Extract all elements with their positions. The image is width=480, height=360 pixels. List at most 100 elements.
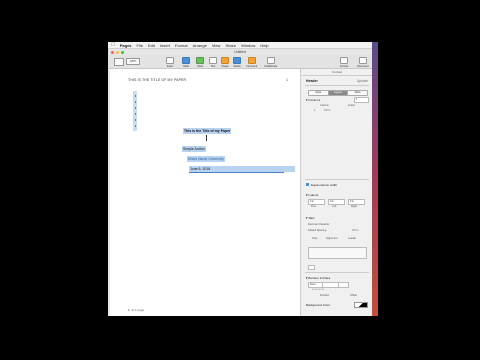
menu-format[interactable]: Format — [175, 43, 188, 48]
update-button[interactable]: Update — [357, 79, 368, 83]
left-indent-field[interactable]: 0 in — [328, 199, 345, 205]
segment-more[interactable]: More — [348, 91, 367, 95]
menu-share[interactable]: Share — [225, 43, 236, 48]
columns-stepper[interactable]: 1 — [354, 97, 369, 103]
tab-stop-header: Stop — [312, 237, 318, 240]
text-cursor — [206, 135, 207, 141]
format-inspector-button[interactable]: Format — [340, 57, 348, 68]
border-position-controls[interactable]: ▭ ▭ ▭ ▭ — [312, 288, 324, 291]
gutter-header: Gutter — [348, 104, 356, 107]
position-label: Position — [320, 294, 330, 297]
menu-help[interactable]: Help — [260, 43, 268, 48]
menu-edit[interactable]: Edit — [148, 43, 155, 48]
left-label: Left — [332, 205, 337, 208]
title-line[interactable]: This is the Title of my Paper — [183, 128, 232, 134]
selection-bar — [189, 172, 284, 173]
format-inspector: Format Header Update Style Layout More ▾… — [302, 69, 372, 316]
default-spacing-value[interactable]: 0.5 in — [352, 229, 358, 232]
institution-line[interactable]: Mises Name University — [187, 156, 225, 162]
window-title: Untitled — [234, 50, 246, 54]
decimal-character-label: Decimal Character — [308, 223, 330, 226]
menu-view[interactable]: View — [212, 43, 221, 48]
border-width-field[interactable] — [322, 282, 339, 288]
right-label: Right — [351, 205, 358, 208]
add-tab-button[interactable] — [308, 265, 315, 270]
decimal-character-value[interactable]: . — [362, 223, 363, 226]
gutter-row-value[interactable]: 0.5 in — [324, 109, 330, 112]
close-window-icon[interactable] — [111, 50, 114, 54]
menu-app-name[interactable]: Pages — [120, 43, 132, 48]
author-line[interactable]: Simple Author — [182, 146, 206, 152]
menu-insert[interactable]: Insert — [160, 43, 170, 48]
comment-icon — [247, 57, 256, 64]
document-inspector-button[interactable]: Document — [357, 57, 369, 68]
desktop-wallpaper — [372, 42, 378, 316]
border-color-well[interactable] — [338, 282, 349, 288]
borders-section[interactable]: ▾ Borders & Rules — [306, 276, 330, 280]
media-button[interactable]: Media — [233, 57, 241, 68]
segment-style[interactable]: Style — [309, 91, 329, 95]
shape-button[interactable]: Shape — [221, 57, 229, 68]
zoom-select[interactable]: 125% — [126, 58, 140, 65]
collaborate-button[interactable]: Collaborate — [264, 57, 277, 68]
insert-button[interactable]: Insert — [166, 57, 174, 68]
equal-width-label: Equal column width — [311, 183, 338, 187]
tab-format[interactable]: Format — [332, 70, 342, 74]
right-indent-field[interactable]: 0 in — [348, 199, 365, 205]
table-button[interactable]: Table — [182, 57, 190, 68]
equal-width-checkbox[interactable] — [306, 183, 309, 186]
tab-leader-header: Leader — [348, 237, 357, 240]
tab-alignment-header: Alignment — [326, 237, 338, 240]
toolbar: 125% Insert Table Chart Text Shape Media… — [108, 55, 372, 69]
columns-section[interactable]: ▾ Columns — [306, 98, 320, 102]
page-status: 1 of 1 page — [128, 308, 144, 312]
menu-arrange[interactable]: Arrange — [193, 43, 207, 48]
pages-window:  Pages File Edit Insert Format Arrange … — [108, 42, 372, 316]
apple-icon[interactable]:  — [111, 42, 115, 48]
menu-window[interactable]: Window — [241, 43, 255, 48]
format-brush-icon — [340, 57, 349, 64]
first-label: First — [311, 205, 317, 208]
zoom-window-icon[interactable] — [121, 50, 124, 54]
first-indent-field[interactable]: 0 in — [308, 199, 325, 205]
view-button[interactable] — [114, 58, 124, 66]
page-number-header[interactable]: 1 — [286, 78, 288, 82]
media-icon — [233, 57, 241, 64]
inspector-segment-control: Style Layout More — [308, 90, 368, 96]
text-icon — [209, 57, 217, 64]
tabs-section[interactable]: ▾ Tabs — [306, 216, 315, 220]
menu-file[interactable]: File — [137, 43, 143, 48]
insert-icon — [166, 57, 174, 64]
collaborate-icon — [266, 57, 275, 64]
indents-section[interactable]: ▾ Indents — [306, 193, 318, 197]
background-color-label: Background Color — [306, 303, 331, 307]
segment-layout[interactable]: Layout — [328, 91, 349, 95]
border-style-select[interactable]: None — [308, 282, 323, 288]
column-header: Column — [320, 104, 329, 107]
running-header[interactable]: THIS IS THE TITLE OF MY PAPER — [128, 78, 186, 82]
shape-icon — [221, 57, 229, 64]
chart-button[interactable]: Chart — [196, 57, 204, 68]
comment-button[interactable]: Comment — [246, 57, 257, 68]
footer-page-number: 1 — [128, 308, 130, 312]
desktop-right — [372, 0, 480, 360]
background-color-well[interactable] — [354, 302, 368, 308]
window-controls — [111, 50, 124, 54]
tab-stops-list[interactable] — [308, 247, 367, 259]
table-icon — [182, 57, 190, 64]
selection-highlight-vertical — [133, 91, 137, 131]
column-row-value[interactable]: 1 — [314, 109, 315, 112]
divider — [305, 179, 369, 180]
desktop-left — [0, 0, 108, 360]
document-icon — [358, 57, 367, 64]
footer-page-count: of 1 page — [131, 308, 145, 312]
text-button[interactable]: Text — [209, 57, 217, 68]
inspector-title: Header — [306, 79, 318, 83]
menu-bar:  Pages File Edit Insert Format Arrange … — [108, 42, 372, 49]
default-spacing-label: Default Spacing — [308, 229, 327, 232]
offset-label: Offset — [350, 294, 357, 297]
divider — [305, 272, 369, 273]
document-canvas[interactable]: THIS IS THE TITLE OF MY PAPER 1 This is … — [110, 69, 301, 316]
minimize-window-icon[interactable] — [116, 50, 119, 54]
chart-icon — [196, 57, 204, 64]
